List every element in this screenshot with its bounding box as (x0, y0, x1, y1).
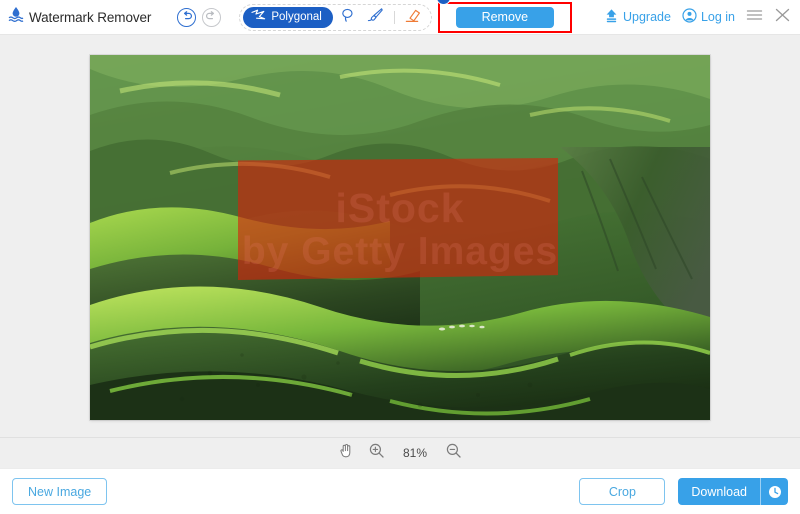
hamburger-menu-button[interactable] (746, 8, 763, 27)
login-button[interactable]: Log in (682, 8, 735, 26)
footer-actions: Crop Download (579, 478, 788, 505)
photo-container[interactable]: iStock by Getty Images (90, 55, 710, 420)
tool-polygonal-label: Polygonal (271, 11, 322, 23)
hand-pan-icon (339, 443, 353, 463)
tool-divider (393, 10, 395, 24)
tool-lasso[interactable] (335, 7, 361, 28)
zoom-out-icon (446, 443, 461, 463)
lasso-icon (340, 7, 356, 28)
history-controls (177, 7, 222, 27)
redo-button[interactable] (202, 7, 222, 27)
clock-history-icon[interactable] (760, 478, 788, 505)
hamburger-menu-icon (746, 8, 763, 27)
zoom-in-button[interactable] (369, 443, 384, 463)
eraser-icon (404, 7, 422, 28)
redo-arrow-icon (206, 8, 217, 26)
tool-brush[interactable] (363, 7, 389, 28)
zoom-level-value: 81% (402, 446, 428, 460)
download-label: Download (691, 484, 747, 499)
app-window: Watermark Remover Polygonal Remove Upgra… (0, 0, 800, 514)
app-title: Watermark Remover (29, 9, 152, 25)
crop-button[interactable]: Crop (579, 478, 666, 505)
app-brand: Watermark Remover (0, 6, 151, 28)
polygonal-selection-overlay[interactable] (238, 158, 558, 280)
user-circle-icon (682, 8, 697, 26)
upload-arrow-icon (604, 8, 619, 26)
undo-button[interactable] (177, 7, 197, 27)
tool-group: Polygonal (239, 3, 432, 31)
tool-eraser[interactable] (400, 7, 426, 28)
tool-polygonal[interactable]: Polygonal (243, 6, 333, 28)
close-x-icon (774, 7, 791, 28)
polygonal-lasso-icon (251, 9, 266, 25)
undo-arrow-icon (181, 8, 193, 26)
zoom-in-icon (369, 443, 384, 463)
water-drop-icon (8, 6, 24, 28)
editor-canvas[interactable]: iStock by Getty Images (0, 35, 800, 437)
header-actions: Upgrade Log in (604, 7, 800, 28)
remove-button[interactable]: Remove (455, 6, 554, 28)
zoom-out-button[interactable] (446, 443, 461, 463)
download-button[interactable]: Download (678, 478, 788, 505)
login-label: Log in (700, 10, 735, 24)
remove-highlight-frame: Remove (437, 1, 572, 33)
remove-action-area: 2 Remove (435, 0, 572, 33)
app-header: Watermark Remover Polygonal Remove Upgra… (0, 0, 800, 35)
upgrade-label: Upgrade (622, 10, 671, 24)
pan-tool-button[interactable] (339, 443, 353, 463)
new-image-button[interactable]: New Image (12, 478, 108, 505)
zoom-toolbar: 81% (0, 437, 800, 468)
close-button[interactable] (774, 7, 791, 28)
upgrade-button[interactable]: Upgrade (604, 8, 671, 26)
footer-bar: New Image Crop Download (0, 468, 800, 514)
brush-icon (367, 7, 384, 28)
